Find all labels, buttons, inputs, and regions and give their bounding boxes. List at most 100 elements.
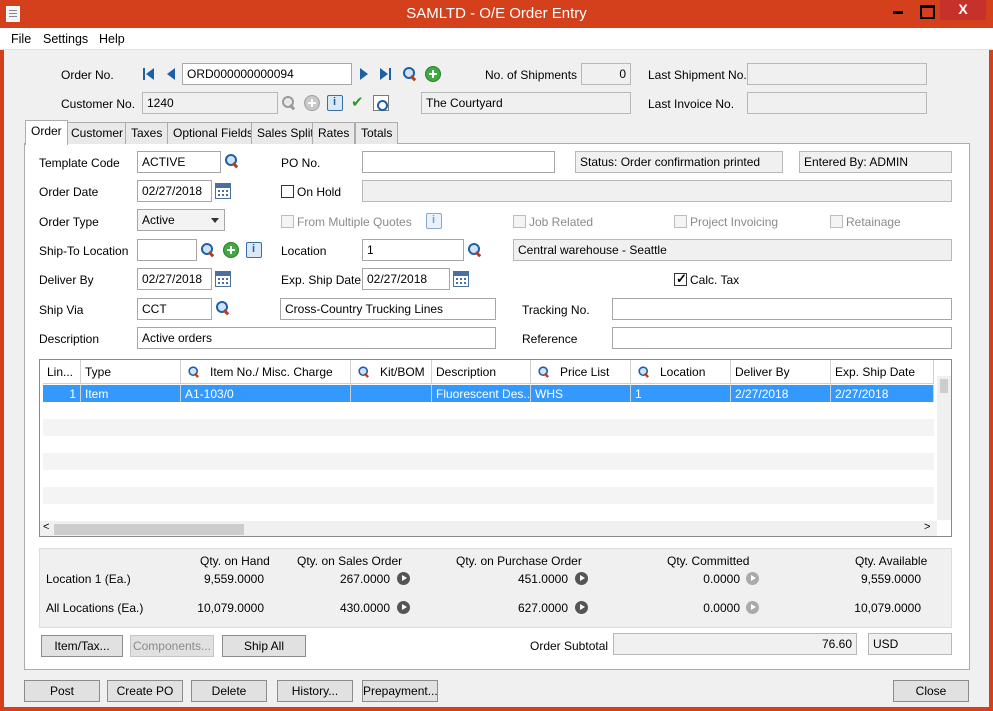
delete-button[interactable]: Delete (191, 680, 267, 702)
ship-via-input[interactable]: CCT (137, 298, 212, 320)
vertical-scroll-thumb[interactable] (940, 379, 948, 393)
tab-order[interactable]: Order (25, 120, 68, 145)
exp-ship-date-input[interactable]: 02/27/2018 (362, 268, 450, 290)
reference-label: Reference (522, 332, 578, 346)
vertical-scrollbar[interactable] (937, 376, 951, 520)
new-customer-plus-icon (304, 95, 320, 111)
col-exp-ship-date[interactable]: Exp. Ship Date (831, 360, 934, 384)
purchase-order-drilldown-icon[interactable] (575, 572, 588, 585)
on-hold-checkbox[interactable] (281, 185, 294, 198)
empty-row (43, 402, 934, 419)
create-po-button[interactable]: Create PO (107, 680, 183, 702)
retainage-label: Retainage (846, 215, 901, 229)
customer-info-icon[interactable] (327, 95, 343, 111)
col-line[interactable]: Lin... (43, 360, 81, 384)
col-item-no[interactable]: Item No./ Misc. Charge (181, 360, 351, 384)
shipments-count: 0 (581, 63, 631, 85)
col-deliver-by[interactable]: Deliver By (731, 360, 831, 384)
new-order-plus-icon[interactable] (425, 66, 441, 82)
menu-help[interactable]: Help (99, 32, 125, 46)
horizontal-scrollbar[interactable]: < > (40, 521, 937, 536)
ship-via-finder-search-icon[interactable] (215, 300, 231, 316)
customer-name-field: The Courtyard (421, 92, 631, 114)
horizontal-scroll-thumb[interactable] (54, 524, 244, 535)
first-record-icon[interactable] (143, 68, 155, 80)
col-type[interactable]: Type (81, 360, 181, 384)
history-button[interactable]: History... (277, 680, 353, 702)
all-sales-order-drilldown-icon[interactable] (397, 601, 410, 614)
tab-rates[interactable]: Rates (312, 122, 356, 144)
customer-document-icon[interactable] (373, 95, 389, 111)
post-button[interactable]: Post (24, 680, 100, 702)
order-type-select[interactable]: Active (137, 209, 225, 231)
tab-taxes[interactable]: Taxes (125, 122, 169, 144)
window-close-button[interactable]: X (940, 0, 986, 20)
order-date-calendar-icon[interactable] (215, 183, 231, 199)
description-label: Description (39, 332, 100, 346)
tracking-no-label: Tracking No. (522, 303, 590, 317)
calc-tax-checkbox[interactable] (674, 271, 687, 287)
next-record-icon[interactable] (360, 68, 369, 80)
menu-settings[interactable]: Settings (43, 32, 88, 46)
new-ship-to-plus-icon[interactable] (223, 242, 239, 258)
last-shipment-field (747, 63, 927, 85)
order-no-input[interactable]: ORD000000000094 (182, 63, 352, 85)
ship-to-finder-search-icon[interactable] (200, 242, 216, 258)
location-input[interactable]: 1 (362, 239, 464, 261)
customer-no-label: Customer No. (61, 97, 136, 111)
sales-order-drilldown-icon[interactable] (397, 572, 410, 585)
last-record-icon[interactable] (380, 68, 392, 80)
po-no-input[interactable] (362, 151, 555, 173)
currency-field: USD (868, 633, 952, 655)
tab-sales-split[interactable]: Sales Split (251, 122, 320, 144)
loc-qty-committed: 0.0000 (703, 572, 740, 586)
from-multiple-quotes-checkbox (281, 215, 294, 228)
description-input[interactable]: Active orders (137, 327, 496, 349)
title-bar: SAMLTD - O/E Order Entry (0, 0, 993, 28)
order-subtotal-label: Order Subtotal (530, 639, 609, 653)
tab-customer[interactable]: Customer (65, 122, 130, 144)
order-date-input[interactable]: 02/27/2018 (137, 180, 212, 202)
ship-all-button[interactable]: Ship All (222, 635, 306, 657)
deliver-by-calendar-icon[interactable] (215, 271, 231, 287)
location-finder-search-icon[interactable] (467, 242, 483, 258)
exp-ship-date-calendar-icon[interactable] (453, 271, 469, 287)
minimize-button[interactable] (883, 0, 913, 20)
deliver-by-label: Deliver By (39, 273, 94, 287)
menu-file[interactable]: File (11, 32, 31, 46)
template-code-input[interactable]: ACTIVE (137, 151, 221, 173)
previous-record-icon[interactable] (167, 68, 176, 80)
location-desc-field: Central warehouse - Seattle (513, 239, 952, 261)
template-finder-search-icon[interactable] (224, 153, 240, 169)
ship-to-info-icon[interactable] (246, 242, 262, 258)
prepayment-button[interactable]: Prepayment... (362, 680, 438, 702)
col-description[interactable]: Description (432, 360, 531, 384)
all-committed-drilldown-icon (746, 601, 759, 614)
empty-row (43, 504, 934, 521)
order-detail-grid[interactable]: Lin... Type Item No./ Misc. Charge Kit/B… (39, 359, 952, 537)
item-tax-button[interactable]: Item/Tax... (41, 635, 123, 657)
close-button[interactable]: Close (893, 680, 969, 702)
credit-check-icon[interactable] (350, 93, 366, 111)
last-invoice-label: Last Invoice No. (648, 97, 735, 111)
tracking-no-input[interactable] (612, 298, 952, 320)
order-finder-search-icon[interactable] (402, 66, 418, 82)
tab-optional-fields[interactable]: Optional Fields (167, 122, 260, 144)
table-row[interactable]: 1 Item A1-103/0 Fluorescent Des... WHS 1… (43, 385, 934, 402)
loc-qty-on-hand: 9,559.0000 (203, 572, 264, 586)
tab-totals[interactable]: Totals (355, 122, 399, 144)
kit-column-search-icon[interactable] (358, 366, 371, 379)
scroll-right-icon[interactable]: > (924, 521, 930, 533)
scroll-left-icon[interactable]: < (43, 521, 49, 533)
reference-input[interactable] (612, 327, 952, 349)
location-column-search-icon[interactable] (638, 366, 651, 379)
on-hold-label: On Hold (297, 185, 342, 199)
all-purchase-order-drilldown-icon[interactable] (575, 601, 588, 614)
ship-via-desc-field[interactable]: Cross-Country Trucking Lines (280, 298, 496, 320)
price-list-column-search-icon[interactable] (538, 366, 551, 379)
deliver-by-input[interactable]: 02/27/2018 (137, 268, 212, 290)
ship-to-input[interactable] (137, 239, 197, 261)
item-column-search-icon[interactable] (188, 366, 201, 379)
maximize-button[interactable] (913, 0, 939, 20)
qty-on-sales-order-header: Qty. on Sales Order (297, 554, 403, 568)
